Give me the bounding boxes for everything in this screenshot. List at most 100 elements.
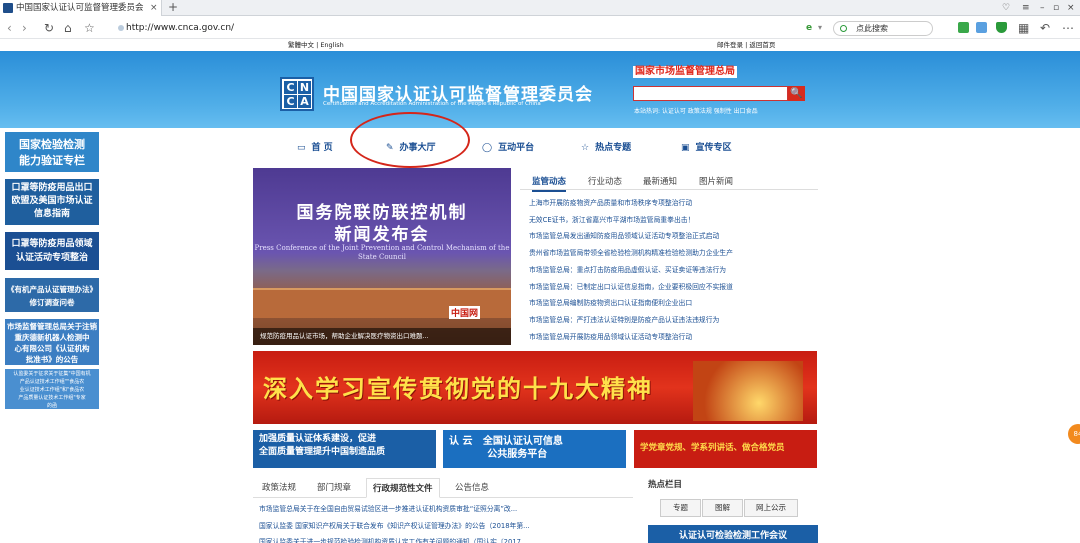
photo-english: Press Conference of the Joint Prevention… xyxy=(254,244,510,261)
site-search-input[interactable] xyxy=(633,86,788,101)
red-highlight-circle xyxy=(350,112,470,168)
conference-banner[interactable]: 认证认可检验检测工作会议 xyxy=(648,525,818,543)
ad-quality[interactable]: 加强质量认证体系建设，促进 全面质量管理提升中国制造品质 xyxy=(253,430,436,468)
hot-words[interactable]: 本站热词: 认证认可 政策法规 强制性 出口食品 xyxy=(634,106,758,115)
policy-item[interactable]: 国家认监委关于进一步规范检验检测机构资质认定工作有关问题的通知（国认实〔2017… xyxy=(259,534,627,543)
tab-announcements[interactable]: 公告信息 xyxy=(455,481,489,493)
logo-letter: C xyxy=(284,95,297,108)
browser-search-input[interactable]: 点此搜索 xyxy=(833,21,933,36)
site-top-strip: 繁體中文 | English 邮件登录 | 返回首页 xyxy=(0,39,1080,51)
news-item[interactable]: 市场监管总局：已制定出口认证信息指南，企业要积极回应不实报道2020-04-06 xyxy=(529,279,817,295)
tab-supervision[interactable]: 监管动态 xyxy=(532,175,567,192)
news-photo-slider[interactable]: 国务院联防联控机制 新闻发布会 Press Conference of the … xyxy=(253,168,511,345)
browser-tab[interactable]: 中国国家认证认可监督管理委员会 × xyxy=(0,0,162,16)
sidebar-ad-notice[interactable]: 市场监督管理总局关于注销 重庆德新机器人检测中 心有限公司《认证机构 批准书》的… xyxy=(4,318,100,366)
news-item[interactable]: 市场监管总局：重点打击防疫用品虚假认证、买证卖证等违法行为2020-04-08 xyxy=(529,262,817,278)
back-icon[interactable]: ‹ xyxy=(7,20,12,36)
grid-icon[interactable]: ▦ xyxy=(1018,20,1029,36)
search-placeholder: 点此搜索 xyxy=(856,24,888,33)
address-input[interactable]: http://www.cnca.gov.cn/ xyxy=(126,17,234,39)
new-tab-icon[interactable]: + xyxy=(168,0,178,15)
search-button[interactable]: 🔍 xyxy=(788,86,805,101)
extension-icon[interactable] xyxy=(976,22,987,33)
site-favicon-icon xyxy=(3,3,13,13)
chat-icon: ◯ xyxy=(482,143,493,153)
photo-headline-2: 新闻发布会 xyxy=(334,225,430,245)
tab-notices[interactable]: 最新通知 xyxy=(643,175,677,187)
forward-icon[interactable]: › xyxy=(22,20,27,36)
party-banner[interactable]: 深入学习宣传贯彻党的十九大精神 xyxy=(253,351,817,424)
hot-btn-publicity[interactable]: 网上公示 xyxy=(744,499,798,517)
ad-cloud-platform[interactable]: 认 云 全国认证认可信息 公共服务平台 xyxy=(443,430,626,468)
tab-normative-docs[interactable]: 行政规范性文件 xyxy=(366,478,440,498)
extension-icon[interactable] xyxy=(958,22,969,33)
sidebar-ad-survey[interactable]: 《有机产品认证管理办法》 修订调查问卷 xyxy=(4,277,100,313)
watermark-logo: 中国网 xyxy=(449,306,481,319)
home-icon[interactable]: ⌂ xyxy=(64,20,72,36)
news-item[interactable]: 市场监管总局开展防疫用品领域认证活动专项整治行动2020-04-06 xyxy=(529,329,817,345)
logo-letter: A xyxy=(298,95,311,108)
sidebar-ad-rectification[interactable]: 口罩等防疫用品领域 认证活动专项整治 xyxy=(4,231,100,271)
photo-caption[interactable]: 规范防疫用品认证市场，帮助企业解决医疗物资出口难题... xyxy=(253,328,511,345)
policy-title: 国家认监委关于进一步规范检验检测机构资质认定工作有关问题的通知（国认实〔2017… xyxy=(259,538,528,543)
heart-icon[interactable]: ♡ xyxy=(1002,0,1010,16)
policy-item[interactable]: 国家认监委 国家知识产权局关于联合发布《知识产权认证管理办法》的公告（2018年… xyxy=(259,518,627,534)
star-icon: ☆ xyxy=(581,143,590,153)
sidebar-ad-experts[interactable]: 认监委关于征求关于征集"中国有机 产品认证技术工作组""食品农 业认证技术工作组… xyxy=(4,368,100,410)
search-engine-icon xyxy=(840,25,847,32)
menu-icon[interactable]: ≡ xyxy=(1022,0,1030,16)
news-item[interactable]: 市场监管总局发出通知防疫用品领域认证活动专项整治正式启动2020-04-10 xyxy=(529,228,817,244)
shield-icon[interactable] xyxy=(996,22,1007,33)
tab-title: 中国国家认证认可监督管理委员会 xyxy=(16,3,144,13)
policy-tabs xyxy=(253,478,633,498)
minimize-icon[interactable]: – xyxy=(1040,0,1045,16)
policy-item[interactable]: 市场监管总局关于在全国自由贸易试验区进一步推进认证机构资质审批“证照分离”改..… xyxy=(259,501,627,517)
news-title: 市场监管总局：重点打击防疫用品虚假认证、买证卖证等违法行为 xyxy=(529,265,727,274)
policy-title: 市场监管总局关于在全国自由贸易试验区进一步推进认证机构资质审批“证照分离”改..… xyxy=(259,505,518,513)
reload-icon[interactable]: ↻ xyxy=(44,20,54,36)
news-title: 市场监管总局发出通知防疫用品领域认证活动专项整治正式启动 xyxy=(529,232,720,241)
nav-home[interactable]: ▭ 首 页 xyxy=(297,140,333,153)
samr-label[interactable]: 国家市场监督管理总局 xyxy=(633,66,737,78)
news-item[interactable]: 贵州省市场监管局带领全省检验检测机构精准检验检测助力企业生产2020-04-10 xyxy=(529,245,817,261)
hot-btn-graphics[interactable]: 图解 xyxy=(702,499,743,517)
news-title: 市场监管总局：已制定出口认证信息指南，企业要积极回应不实报道 xyxy=(529,282,733,291)
mode-dropdown-icon[interactable]: ▾ xyxy=(818,20,822,36)
browser-tab-bar: 中国国家认证认可监督管理委员会 × + ♡ ≡ – ▫ × xyxy=(0,0,1080,16)
maximize-icon[interactable]: ▫ xyxy=(1053,0,1059,16)
tab-photo-news[interactable]: 图片新闻 xyxy=(699,175,733,187)
film-icon: ▣ xyxy=(681,143,690,153)
tab-industry[interactable]: 行业动态 xyxy=(588,175,622,187)
ie-mode-icon[interactable]: e xyxy=(806,20,812,36)
floating-button[interactable]: 84 xyxy=(1068,424,1080,444)
hot-btn-topics[interactable]: 专题 xyxy=(660,499,701,517)
language-links[interactable]: 繁體中文 | English xyxy=(288,39,344,51)
sidebar-ad-proficiency[interactable]: 国家检验检测 能力验证专栏 xyxy=(4,131,100,173)
ad-party-study[interactable]: 学党章党规、学系列讲话、做合格党员 xyxy=(634,430,817,468)
nav-publicity[interactable]: ▣ 宣传专区 xyxy=(681,140,732,153)
cnca-logo[interactable]: C N C A xyxy=(280,77,314,111)
hot-column-title: 热点栏目 xyxy=(648,480,683,490)
browser-toolbar: ‹ › ↻ ⌂ ☆ http://www.cnca.gov.cn/ e ▾ 点此… xyxy=(0,17,1080,39)
logo-letter: N xyxy=(298,81,311,94)
news-item[interactable]: 上海市开展防疫物资产品质量和市场秩序专项整治行动2020-05-11 xyxy=(529,195,817,211)
undo-icon[interactable]: ↶ xyxy=(1040,20,1050,36)
login-links[interactable]: 邮件登录 | 返回首页 xyxy=(717,39,775,51)
nav-interaction[interactable]: ◯ 互动平台 xyxy=(482,140,534,153)
nav-hot-topics[interactable]: ☆ 热点专题 xyxy=(581,140,631,153)
bookmark-star-icon[interactable]: ☆ xyxy=(84,20,95,36)
more-icon[interactable]: ⋯ xyxy=(1062,20,1074,36)
tab-regulations[interactable]: 政策法规 xyxy=(262,481,296,493)
news-title: 市场监管总局编制防疫物资出口认证指南便利企业出口 xyxy=(529,299,693,308)
sidebar-ad-export-guide[interactable]: 口罩等防疫用品出口 欧盟及美国市场认证 信息指南 xyxy=(4,178,100,226)
tab-close-icon[interactable]: × xyxy=(150,0,158,16)
news-item[interactable]: 市场监管总局编制防疫物资出口认证指南便利企业出口2020-04-06 xyxy=(529,295,817,311)
close-window-icon[interactable]: × xyxy=(1067,0,1075,16)
news-title: 上海市开展防疫物资产品质量和市场秩序专项整治行动 xyxy=(529,199,693,207)
main-nav xyxy=(254,128,818,164)
news-item[interactable]: 市场监管总局：严打违法认证特别是防疫产品认证违法违规行为2020-04-06 xyxy=(529,312,817,328)
news-title: 市场监管总局开展防疫用品领域认证活动专项整治行动 xyxy=(529,332,693,341)
tab-rules[interactable]: 部门规章 xyxy=(317,481,351,493)
news-title: 市场监管总局：严打违法认证特别是防疫产品认证违法违规行为 xyxy=(529,315,720,324)
news-item[interactable]: 无效CE证书，浙江省嘉兴市平湖市场监管局重拳出击！2020-05-07 xyxy=(529,212,817,228)
